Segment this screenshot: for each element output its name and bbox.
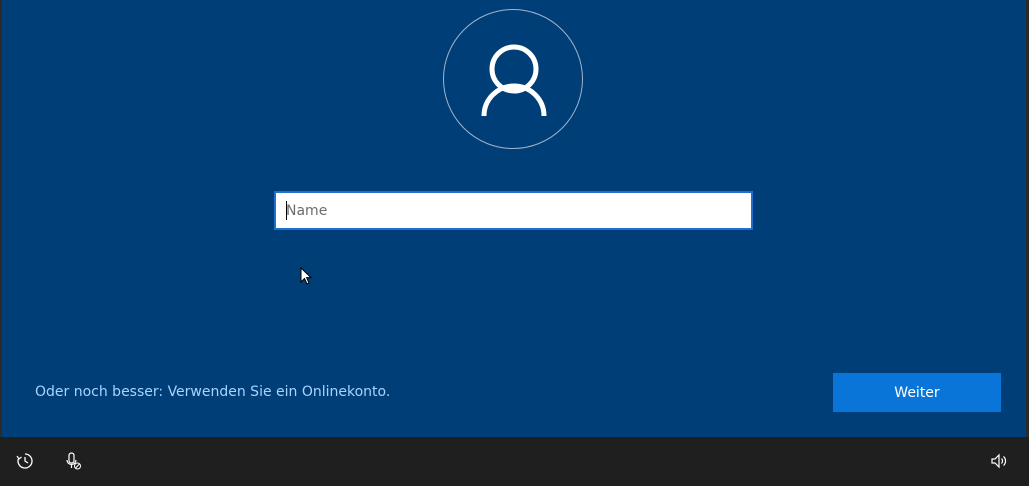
user-icon xyxy=(481,44,547,117)
avatar xyxy=(443,9,583,149)
setup-screen: Oder noch besser: Verwenden Sie ein Onli… xyxy=(2,0,1026,437)
name-input[interactable] xyxy=(274,191,753,230)
next-button[interactable]: Weiter xyxy=(833,373,1001,412)
mouse-pointer-icon xyxy=(300,267,313,285)
microphone-icon[interactable] xyxy=(63,451,83,471)
online-account-link[interactable]: Oder noch besser: Verwenden Sie ein Onli… xyxy=(35,384,390,400)
text-caret xyxy=(286,201,287,220)
volume-icon[interactable] xyxy=(989,451,1009,471)
taskbar xyxy=(0,437,1029,486)
ease-of-access-icon[interactable] xyxy=(15,451,35,471)
